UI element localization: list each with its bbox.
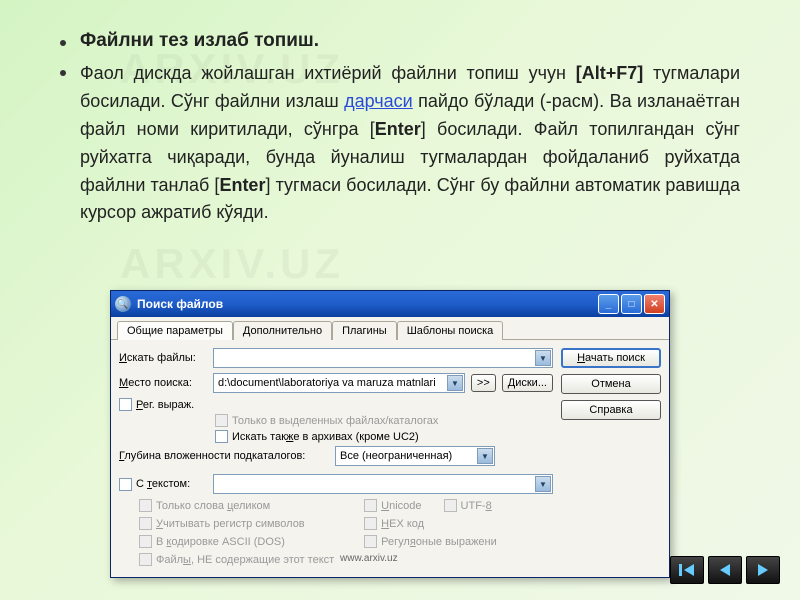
hotkey-text: [Alt+F7] (576, 63, 644, 83)
with-text-checkbox-row: С текстом: (119, 478, 207, 491)
bullet-dot-icon (60, 70, 66, 76)
location-input[interactable]: d:\document\laboratoriya va maruza matnl… (213, 373, 465, 393)
only-selected-row: Только в выделенных файлах/каталогах (215, 414, 553, 427)
regex2-checkbox (364, 535, 377, 548)
chevron-down-icon[interactable]: ▼ (447, 375, 463, 391)
location-row: Место поиска: d:\document\laboratoriya v… (119, 373, 553, 393)
utf8-checkbox (444, 499, 457, 512)
whole-words-label: Только слова целиком (156, 500, 270, 512)
body-seg: Фаол дискда жойлашган ихтиёрий файлни то… (80, 63, 576, 83)
search-files-label: ИИскать файлы:скать файлы: (119, 352, 207, 364)
triangle-left-icon (718, 563, 732, 577)
nav-prev-button[interactable] (708, 556, 742, 584)
only-selected-checkbox (215, 414, 228, 427)
regex2-row: Регуляоные выражени (364, 535, 497, 548)
archives-checkbox[interactable] (215, 430, 228, 443)
heading-text: Файлни тез излаб топиш. (80, 30, 319, 52)
tabs: Общие параметры Дополнительно Плагины Ша… (111, 317, 669, 340)
hex-label: HEX код (381, 518, 424, 530)
chevron-down-icon[interactable]: ▼ (477, 448, 493, 464)
ascii-checkbox (139, 535, 152, 548)
only-selected-label: Только в выделенных файлах/каталогах (232, 415, 438, 427)
window-title: Поиск файлов (137, 297, 598, 311)
body-paragraph: Фаол дискда жойлашган ихтиёрий файлни то… (80, 60, 740, 227)
chevron-down-icon[interactable]: ▼ (535, 476, 551, 492)
location-label: Место поиска: (119, 377, 207, 389)
footer-url: www.arxiv.uz (340, 553, 398, 564)
regex-checkbox[interactable] (119, 398, 132, 411)
titlebar[interactable]: 🔍 Поиск файлов _ □ ✕ (111, 291, 669, 317)
hex-row: HEX код (364, 517, 497, 530)
regex-label: Рег. выраж. (136, 399, 194, 411)
unicode-row: Unicode UTF-8 (364, 499, 497, 512)
start-search-button[interactable]: Начать поиск (561, 348, 661, 368)
depth-value: Все (неограниченная) (340, 450, 452, 462)
watermark: ARXIV.UZ (120, 240, 344, 288)
nav-buttons (670, 556, 780, 584)
chevron-down-icon[interactable]: ▼ (535, 350, 551, 366)
regex2-label: Регуляоные выражени (381, 536, 497, 548)
archives-label: Искать также в архивах (кроме UC2) (232, 431, 419, 443)
archives-row: Искать также в архивах (кроме UC2) (215, 430, 553, 443)
tab-general[interactable]: Общие параметры (117, 321, 233, 340)
search-files-input[interactable]: ▼ (213, 348, 553, 368)
with-text-label: С текстом: (136, 478, 190, 490)
expand-button[interactable]: >> (471, 374, 496, 392)
case-row: Учитывать регистр символов (139, 517, 334, 530)
triangle-right-icon (756, 563, 770, 577)
bullet-body: Фаол дискда жойлашган ихтиёрий файлни то… (60, 60, 740, 227)
tab-plugins[interactable]: Плагины (332, 321, 397, 340)
minimize-button[interactable]: _ (598, 294, 619, 314)
tab-templates[interactable]: Шаблоны поиска (397, 321, 504, 340)
whole-words-checkbox (139, 499, 152, 512)
window-controls: _ □ ✕ (598, 294, 665, 314)
unicode-label: Unicode (381, 500, 421, 512)
text-input[interactable]: ▼ (213, 474, 553, 494)
nav-first-button[interactable] (670, 556, 704, 584)
dialog-body: ИИскать файлы:скать файлы: ▼ Место поиск… (111, 339, 669, 577)
left-pane: ИИскать файлы:скать файлы: ▼ Место поиск… (119, 348, 553, 569)
not-containing-label: Файлы, НЕ содержащие этот текст (156, 554, 334, 566)
slide-content: Файлни тез излаб топиш. Фаол дискда жойл… (0, 0, 800, 245)
help-button[interactable]: Справка (561, 400, 661, 420)
depth-row: Глубина вложенности подкаталогов: Все (н… (119, 446, 553, 466)
search-files-row: ИИскать файлы:скать файлы: ▼ (119, 348, 553, 368)
find-files-dialog: 🔍 Поиск файлов _ □ ✕ Общие параметры Доп… (110, 290, 670, 578)
unicode-checkbox (364, 499, 377, 512)
regex-row: Рег. выраж. (119, 398, 553, 411)
right-pane: Начать поиск Отмена Справка (561, 348, 661, 569)
bullet-dot-icon (60, 40, 66, 46)
enter-text: Enter (375, 119, 421, 139)
location-value: d:\document\laboratoriya va maruza matnl… (218, 377, 436, 389)
cancel-button[interactable]: Отмена (561, 374, 661, 394)
link-darcha[interactable]: дарчаси (344, 91, 413, 111)
depth-select[interactable]: Все (неограниченная) ▼ (335, 446, 495, 466)
hex-checkbox (364, 517, 377, 530)
text-row: С текстом: ▼ (119, 474, 553, 494)
enter-text: Enter (219, 175, 265, 195)
disks-button[interactable]: Диски... (502, 374, 553, 392)
with-text-checkbox[interactable] (119, 478, 132, 491)
not-containing-row: Файлы, НЕ содержащие этот текст (139, 553, 334, 566)
ascii-row: В кодировке ASCII (DOS) (139, 535, 334, 548)
search-icon: 🔍 (115, 296, 131, 312)
bullet-heading: Файлни тез излаб топиш. (60, 30, 740, 52)
case-label: Учитывать регистр символов (156, 518, 305, 530)
case-checkbox (139, 517, 152, 530)
maximize-button[interactable]: □ (621, 294, 642, 314)
not-containing-checkbox (139, 553, 152, 566)
utf8-label: UTF-8 (461, 500, 492, 512)
nav-next-button[interactable] (746, 556, 780, 584)
skip-start-icon (678, 563, 696, 577)
ascii-label: В кодировке ASCII (DOS) (156, 536, 285, 548)
depth-label: Глубина вложенности подкаталогов: (119, 450, 329, 462)
tab-advanced[interactable]: Дополнительно (233, 321, 332, 340)
close-button[interactable]: ✕ (644, 294, 665, 314)
whole-words-row: Только слова целиком (139, 499, 334, 512)
